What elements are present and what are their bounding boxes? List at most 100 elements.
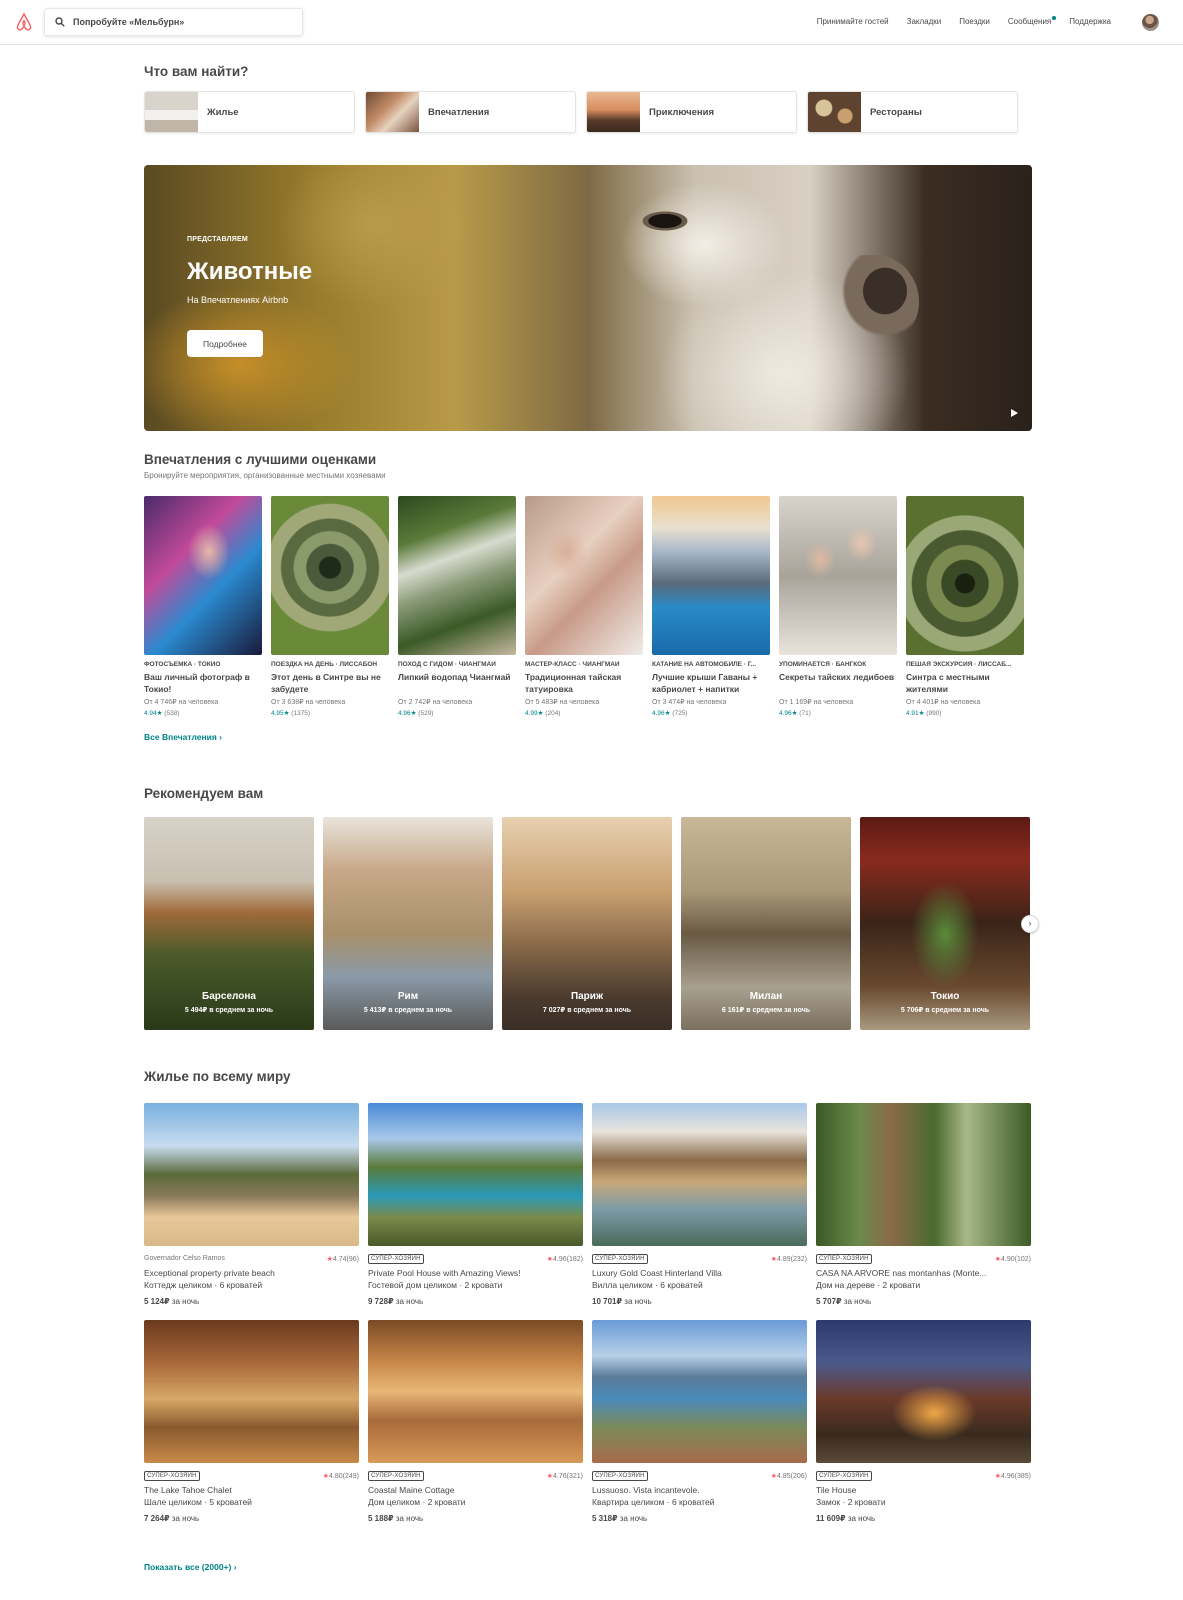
experience-category: ПЕШАЯ ЭКСКУРСИЯ · ЛИССАБ...	[906, 661, 1012, 668]
home-card[interactable]: СУПЕР-ХОЗЯИН ★4.76(321) Coastal Maine Co…	[368, 1320, 583, 1523]
home-title: Lussuoso. Vista incantevole.	[592, 1485, 700, 1495]
home-type: Дом на дереве · 2 кровати	[816, 1280, 921, 1290]
experience-rating: 4.96★ (71)	[779, 709, 897, 717]
avatar[interactable]	[1142, 14, 1159, 31]
experiences-title: Впечатления с лучшими оценками	[144, 452, 377, 467]
review-count: (102)	[1014, 1255, 1031, 1263]
homes-grid: Governador Celso Ramos ★4.74(96) Excepti…	[144, 1103, 1031, 1523]
nav-messages-link[interactable]: Сообщения	[1008, 16, 1057, 26]
home-card[interactable]: Governador Celso Ramos ★4.74(96) Excepti…	[144, 1103, 359, 1306]
price-period: за ночь	[624, 1297, 652, 1306]
nav-host-link[interactable]: Принимайте гостей	[817, 17, 889, 26]
price-value: 5 188₽	[368, 1514, 394, 1523]
show-all-homes-link[interactable]: Показать все (2000+) ›	[144, 1562, 237, 1572]
home-title: Private Pool House with Amazing Views!	[368, 1268, 521, 1278]
price-period: за ночь	[171, 1297, 200, 1306]
rating-value: 4.95★	[271, 710, 290, 717]
nav-help-link[interactable]: Поддержка	[1069, 17, 1111, 26]
review-count: (990)	[926, 710, 942, 717]
rating-value: 4.74	[332, 1255, 347, 1263]
rating-value: 4.96★	[652, 710, 671, 717]
hero-banner[interactable]: ПРЕДСТАВЛЯЕМ Животные На Впечатлениях Ai…	[144, 165, 1032, 431]
rating-value: 4.96	[553, 1255, 567, 1263]
experience-card[interactable]: ПЕШАЯ ЭКСКУРСИЯ · ЛИССАБ... Синтра с мес…	[906, 496, 1024, 717]
rating-value: 4.90	[1001, 1255, 1015, 1263]
experience-card[interactable]: ПОЕЗДКА НА ДЕНЬ · ЛИССАБОН Этот день в С…	[271, 496, 389, 717]
destination-price: 5 494₽ в среднем за ночь	[184, 1007, 274, 1014]
experience-card[interactable]: ПОХОД С ГИДОМ · ЧИАНГМАЙ Липкий водопад …	[398, 496, 516, 717]
experience-price: От 2 742₽ на человека	[398, 699, 473, 706]
experience-card[interactable]: КАТАНИЕ НА АВТОМОБИЛЕ · Г... Лучшие крыш…	[652, 496, 770, 717]
price-period: за ночь	[395, 1297, 424, 1306]
nav-trips-link[interactable]: Поездки	[959, 17, 990, 26]
destination-price: 7 027₽ в среднем за ночь	[542, 1007, 632, 1014]
category-restaurants[interactable]: Рестораны	[807, 91, 1018, 133]
search-bar[interactable]	[44, 8, 303, 36]
home-card[interactable]: СУПЕР-ХОЗЯИН ★4.85(206) Lussuoso. Vista …	[592, 1320, 807, 1523]
home-title: Exceptional property private beach	[144, 1268, 275, 1278]
experience-card[interactable]: ФОТОСЪЕМКА · ТОКИО Ваш личный фотограф в…	[144, 496, 262, 717]
unread-dot-icon	[1052, 16, 1057, 20]
destination-card[interactable]: Милан 6 161₽ в среднем за ночь	[681, 817, 851, 1030]
learn-more-button[interactable]: Подробнее	[187, 330, 263, 357]
price-value: 9 728₽	[368, 1297, 394, 1306]
home-price: 11 609₽ за ночь	[816, 1514, 1031, 1523]
home-rating: ★4.85(206)	[771, 1472, 807, 1480]
all-experiences-link[interactable]: Все Впечатления ›	[144, 732, 222, 742]
home-price: 10 701₽ за ночь	[592, 1297, 807, 1306]
rating-value: 4.99★	[525, 710, 544, 717]
price-period: за ночь	[847, 1514, 876, 1523]
airbnb-logo-icon[interactable]	[14, 12, 34, 32]
destination-card[interactable]: Рим 5 413₽ в среднем за ночь	[323, 817, 493, 1030]
superhost-badge: СУПЕР-ХОЗЯИН	[592, 1470, 648, 1481]
experience-card[interactable]: МАСТЕР-КЛАСС · ЧИАНГМАЙ Традиционная тай…	[525, 496, 643, 717]
home-image	[368, 1320, 583, 1463]
nav-saved-link[interactable]: Закладки	[907, 17, 942, 26]
home-meta: СУПЕР-ХОЗЯИН ★4.96(385)	[816, 1470, 1031, 1481]
home-card[interactable]: СУПЕР-ХОЗЯИН ★4.96(385) Tile House Замок…	[816, 1320, 1031, 1523]
carousel-next-button[interactable]: ›	[1021, 915, 1039, 933]
price-period: за ночь	[171, 1514, 200, 1523]
home-image	[368, 1103, 583, 1246]
home-card[interactable]: СУПЕР-ХОЗЯИН ★4.96(182) Private Pool Hou…	[368, 1103, 583, 1306]
experience-card[interactable]: УПОМИНАЕТСЯ · БАНГКОК Секреты тайских ле…	[779, 496, 897, 717]
hero-subtitle: На Впечатлениях Airbnb	[187, 295, 289, 305]
review-count: (725)	[672, 710, 688, 717]
review-count: (96)	[346, 1255, 359, 1263]
home-image	[144, 1320, 359, 1463]
price-value: 5 124₽	[144, 1297, 170, 1306]
category-experiences[interactable]: Впечатления	[365, 91, 576, 133]
review-count: (206)	[790, 1472, 807, 1480]
home-image	[592, 1320, 807, 1463]
home-meta: СУПЕР-ХОЗЯИН ★4.90(102)	[816, 1253, 1031, 1264]
review-count: (385)	[1014, 1472, 1031, 1480]
review-count: (321)	[566, 1472, 583, 1480]
category-homes-image	[145, 92, 198, 132]
superhost-badge: СУПЕР-ХОЗЯИН	[368, 1253, 424, 1264]
destination-name: Рим	[397, 991, 419, 1002]
home-type: Шале целиком · 5 кроватей	[144, 1497, 252, 1507]
superhost-badge: СУПЕР-ХОЗЯИН	[368, 1470, 424, 1481]
price-value: 5 707₽	[816, 1297, 842, 1306]
destination-name: Милан	[749, 991, 783, 1002]
hero-kicker: ПРЕДСТАВЛЯЕМ	[187, 236, 248, 243]
destination-card[interactable]: Барселона 5 494₽ в среднем за ночь	[144, 817, 314, 1030]
destination-card[interactable]: Париж 7 027₽ в среднем за ночь	[502, 817, 672, 1030]
destination-card[interactable]: Токио 5 706₽ в среднем за ночь	[860, 817, 1030, 1030]
experience-rating: 4.91★ (990)	[906, 709, 1024, 717]
play-icon[interactable]	[1011, 409, 1018, 417]
home-meta: СУПЕР-ХОЗЯИН ★4.89(232)	[592, 1253, 807, 1264]
top-nav-bar: Принимайте гостей Закладки Поездки Сообщ…	[0, 0, 1183, 45]
experience-price: От 5 483₽ на человека	[525, 699, 600, 706]
category-homes[interactable]: Жилье	[144, 91, 355, 133]
home-card[interactable]: СУПЕР-ХОЗЯИН ★4.80(249) The Lake Tahoe C…	[144, 1320, 359, 1523]
home-meta: СУПЕР-ХОЗЯИН ★4.76(321)	[368, 1470, 583, 1481]
search-input[interactable]	[73, 17, 293, 27]
category-adventures[interactable]: Приключения	[586, 91, 797, 133]
home-rating: ★4.80(249)	[323, 1472, 359, 1480]
experience-rating: 4.95★ (1375)	[271, 709, 389, 717]
review-count: (204)	[545, 710, 561, 717]
home-type: Вилла целиком · 6 кроватей	[592, 1280, 703, 1290]
home-card[interactable]: СУПЕР-ХОЗЯИН ★4.89(232) Luxury Gold Coas…	[592, 1103, 807, 1306]
home-card[interactable]: СУПЕР-ХОЗЯИН ★4.90(102) CASA NA ARVORE n…	[816, 1103, 1031, 1306]
